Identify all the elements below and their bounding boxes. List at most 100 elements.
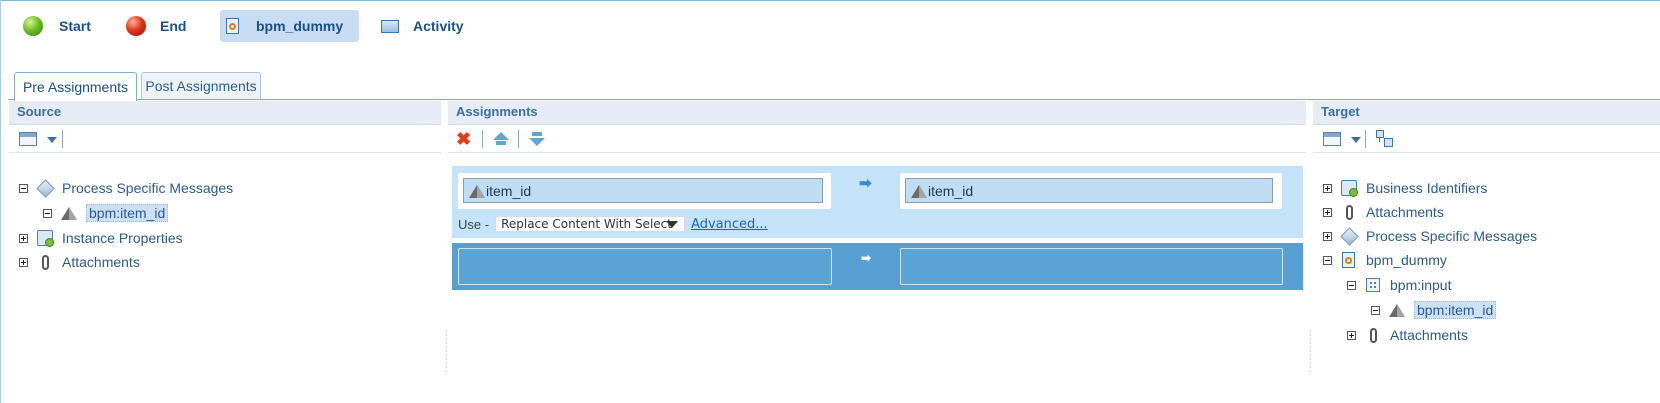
node-start-label: Start [59,18,91,34]
assignments-title: Assignments [456,104,538,119]
source-toolbar [9,126,441,153]
chevron-down-icon [666,221,679,228]
source-title: Source [17,104,62,119]
element-pyramid-icon [910,182,928,200]
collapse-toggle-icon[interactable] [19,183,28,193]
tree-label: Business Identifiers [1366,180,1488,196]
target-panel-header: Target [1313,101,1660,125]
window-border-left [0,0,1,403]
use-label: Use - [458,216,490,232]
tab-post-assignments[interactable]: Post Assignments [141,72,261,99]
source-tree-item-attachments[interactable]: Attachments [19,252,140,272]
target-toolbar [1313,126,1660,153]
tree-label: Attachments [62,254,140,270]
source-tree-item-process-messages[interactable]: Process Specific Messages [19,178,233,198]
node-activity-label: Activity [413,18,464,34]
business-identifiers-icon [1340,179,1358,197]
assign-arrow-icon: ➡ [861,251,872,265]
collapse-toggle-icon[interactable] [43,208,52,218]
tab-pre-assignments-label: Pre Assignments [22,79,129,95]
message-diamond-icon [36,179,54,197]
empty-target-field[interactable] [900,248,1283,285]
node-bpm-dummy[interactable]: bpm_dummy [220,10,359,42]
tree-view-icon[interactable] [1375,129,1393,147]
process-doc-icon [224,17,242,35]
expand-toggle-icon[interactable] [19,233,28,243]
node-end[interactable]: End [126,10,186,42]
splitter-handle[interactable] [1309,330,1311,375]
message-diamond-icon [1340,227,1358,245]
assignments-toolbar: ✖ [448,126,1306,153]
tree-label: bpm:input [1390,277,1452,293]
assignments-panel-header: Assignments [448,101,1306,125]
view-dropdown-caret-icon[interactable] [1351,137,1361,143]
node-end-label: End [160,18,187,34]
target-tree-item-business-identifiers[interactable]: Business Identifiers [1323,178,1487,198]
target-expression-value: item_id [928,182,974,199]
paperclip-icon [1340,203,1358,221]
tree-label: bpm:item_id [1414,301,1497,319]
element-pyramid-icon [1388,301,1406,319]
source-expression-value: item_id [486,182,532,199]
node-start[interactable]: Start [23,10,91,42]
move-up-icon[interactable] [493,131,509,147]
empty-source-field[interactable] [458,248,832,285]
target-tree-item-attachments-2[interactable]: Attachments [1347,325,1468,345]
advanced-link[interactable]: Advanced... [691,217,768,232]
view-dropdown-caret-icon[interactable] [47,137,57,143]
assign-arrow-icon: ➡ [859,175,872,192]
expand-toggle-icon[interactable] [1323,207,1332,217]
source-panel-header: Source [9,101,441,125]
target-tree-item-bpm-dummy[interactable]: bpm_dummy [1323,250,1447,270]
node-activity[interactable]: Activity [381,10,464,42]
target-tree-item-bpm-item-id[interactable]: bpm:item_id [1371,300,1497,320]
source-expression-field[interactable]: item_id [463,178,823,203]
target-expression-field[interactable]: item_id [905,178,1273,203]
tree-label: Process Specific Messages [62,180,234,196]
collapse-toggle-icon[interactable] [1371,305,1380,315]
element-pyramid-icon [60,204,78,222]
tab-post-assignments-label: Post Assignments [145,78,257,94]
collapse-toggle-icon[interactable] [1323,255,1332,265]
start-ball-icon [23,16,43,36]
tree-label: Process Specific Messages [1366,228,1538,244]
expand-toggle-icon[interactable] [19,257,28,267]
process-doc-icon [1340,251,1358,269]
target-tree-item-attachments[interactable]: Attachments [1323,202,1444,222]
expand-toggle-icon[interactable] [1323,231,1332,241]
target-tree-item-process-messages[interactable]: Process Specific Messages [1323,226,1537,246]
window-border-top [0,0,1660,1]
tab-divider [8,99,1660,100]
collapse-toggle-icon[interactable] [1347,280,1356,290]
expand-toggle-icon[interactable] [1347,330,1356,340]
expand-toggle-icon[interactable] [1323,183,1332,193]
node-bpm-dummy-label: bpm_dummy [256,18,344,34]
delete-icon[interactable]: ✖ [456,130,471,148]
paperclip-icon [1364,326,1382,344]
toolbar-separator [482,130,483,148]
toolbar-separator [518,130,519,148]
tree-label: Attachments [1366,204,1444,220]
move-down-icon[interactable] [529,131,545,147]
copy-mode-value: Replace Content With Select [501,217,672,231]
toolbar-separator [1365,130,1366,148]
view-window-icon[interactable] [19,132,37,146]
tree-label: Instance Properties [62,230,183,246]
copy-mode-select[interactable]: Replace Content With Select [495,216,686,232]
source-tree-item-instance-properties[interactable]: Instance Properties [19,228,183,248]
splitter-handle[interactable] [445,330,447,375]
tree-label: bpm:item_id [86,204,169,222]
use-row: Use - Replace Content With Select Advanc… [458,215,768,233]
end-ball-icon [126,16,146,36]
target-title: Target [1321,104,1360,119]
paperclip-icon [36,253,54,271]
view-window-icon[interactable] [1323,132,1341,146]
activity-icon [381,19,399,33]
element-pyramid-icon [468,182,486,200]
source-tree-item-bpm-item-id[interactable]: bpm:item_id [43,203,169,223]
toolbar-separator [62,130,63,148]
tab-pre-assignments[interactable]: Pre Assignments [14,72,137,101]
data-grid-icon [1364,276,1382,294]
target-tree-item-bpm-input[interactable]: bpm:input [1347,275,1451,295]
tree-label: bpm_dummy [1366,252,1447,268]
